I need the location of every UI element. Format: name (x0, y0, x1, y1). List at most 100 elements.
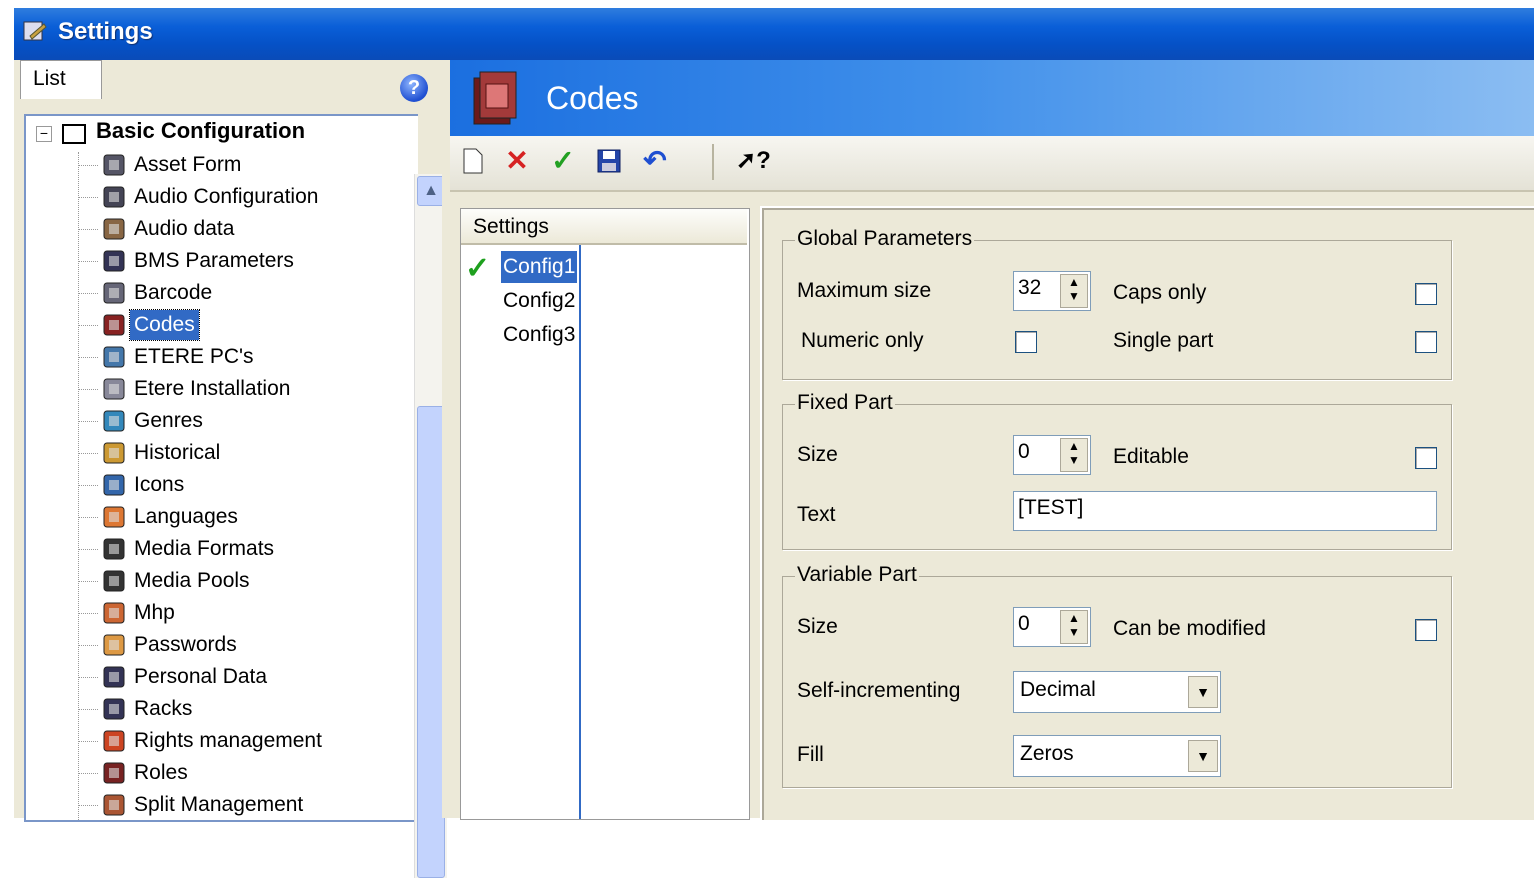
roles-icon (100, 759, 128, 787)
global-parameters-title: Global Parameters (795, 227, 975, 251)
tree-connector (78, 197, 98, 198)
self-incrementing-select[interactable]: Decimal ▼ (1013, 671, 1221, 713)
max-size-label: Maximum size (797, 279, 932, 302)
editable-label: Editable (1113, 445, 1189, 468)
tree-item[interactable]: BMS Parameters (134, 246, 294, 276)
tree-item[interactable]: Etere Installation (134, 374, 290, 404)
tree-item[interactable]: Languages (134, 502, 238, 532)
tab-list[interactable]: List (20, 60, 102, 99)
tree-connector (78, 357, 98, 358)
tree-connector (78, 677, 98, 678)
tree-item[interactable]: Media Formats (134, 534, 274, 564)
tree-item[interactable]: Genres (134, 406, 203, 436)
section-header: Codes (450, 60, 1534, 136)
languages-icon (100, 503, 128, 531)
etere-pcs-icon (100, 343, 128, 371)
editable-checkbox[interactable] (1415, 447, 1437, 469)
tree-item[interactable]: Asset Form (134, 150, 241, 180)
etere-installation-icon (100, 375, 128, 403)
toolbar: ✕ ✓ ↶ ➚? (450, 136, 1534, 192)
chevron-down-icon[interactable]: ▼ (1188, 740, 1218, 772)
config-list[interactable]: Settings ✓ Config1 Config2 Config3 (460, 208, 750, 820)
barcode-icon (100, 279, 128, 307)
codes-icon (100, 311, 128, 339)
undo-icon[interactable]: ↶ (640, 146, 670, 176)
asset-form-icon (100, 151, 128, 179)
tree-item[interactable]: Historical (134, 438, 220, 468)
variable-size-stepper[interactable]: 0 ▲ ▼ (1013, 607, 1091, 647)
tree-item[interactable]: ETERE PC's (134, 342, 254, 372)
tree-connector (78, 549, 98, 550)
spin-arrows-icon[interactable]: ▲ ▼ (1060, 610, 1088, 644)
fixed-part-group: Fixed Part Size 0 ▲ ▼ Editable Text [TEST… (782, 391, 1452, 550)
tree-item[interactable]: Rights management (134, 726, 322, 756)
single-part-label: Single part (1113, 329, 1214, 352)
context-help-icon[interactable]: ➚? (736, 146, 771, 176)
fixed-part-title: Fixed Part (795, 391, 895, 415)
tree-connector (78, 773, 98, 774)
config-item[interactable]: Config1 (501, 251, 578, 283)
split-management-icon (100, 791, 128, 819)
tree-item[interactable]: Racks (134, 694, 192, 724)
tree-item[interactable]: Passwords (134, 630, 237, 660)
collapse-toggle-icon[interactable]: − (36, 126, 52, 142)
fill-select[interactable]: Zeros ▼ (1013, 735, 1221, 777)
numeric-only-checkbox[interactable] (1015, 331, 1037, 353)
tree-item[interactable]: Audio data (134, 214, 234, 244)
tree-item[interactable]: Audio Configuration (134, 182, 318, 212)
bms-parameters-icon (100, 247, 128, 275)
global-parameters-group: Global Parameters Maximum size 32 ▲ ▼ Cap… (782, 227, 1452, 380)
delete-icon[interactable]: ✕ (502, 146, 532, 176)
tree-connector (78, 709, 98, 710)
config-list-header[interactable]: Settings (461, 209, 747, 245)
can-be-modified-label: Can be modified (1113, 617, 1266, 640)
settings-tree[interactable]: − Basic Configuration Asset Form Audio Co… (24, 114, 418, 822)
confirm-check-icon[interactable]: ✓ (548, 146, 578, 176)
tree-item[interactable]: Barcode (134, 278, 212, 308)
new-document-icon[interactable] (458, 146, 488, 176)
config-item[interactable]: Config3 (501, 319, 577, 351)
spin-arrows-icon[interactable]: ▲ ▼ (1060, 438, 1088, 472)
folder-window-icon (62, 124, 86, 144)
spin-arrows-icon[interactable]: ▲ ▼ (1060, 274, 1088, 308)
title-bar: Settings (14, 8, 1534, 60)
caps-only-checkbox[interactable] (1415, 283, 1437, 305)
tree-item[interactable]: Codes (129, 309, 200, 341)
racks-icon (100, 695, 128, 723)
codes-icon (470, 68, 520, 128)
config-item[interactable]: Config2 (501, 285, 577, 317)
single-part-checkbox[interactable] (1415, 331, 1437, 353)
tree-item[interactable]: Personal Data (134, 662, 267, 692)
max-size-stepper[interactable]: 32 ▲ ▼ (1013, 271, 1091, 311)
tree-connector (78, 421, 98, 422)
fixed-text-field[interactable]: [TEST] (1013, 491, 1437, 531)
tree-item[interactable]: Mhp (134, 598, 175, 628)
variable-part-group: Variable Part Size 0 ▲ ▼ Can be modified … (782, 563, 1452, 788)
audio-data-icon (100, 215, 128, 243)
scroll-up-icon[interactable]: ▲ (417, 176, 445, 206)
fixed-size-stepper[interactable]: 0 ▲ ▼ (1013, 435, 1091, 475)
tree-connector (78, 613, 98, 614)
passwords-icon (100, 631, 128, 659)
tree-connector (78, 261, 98, 262)
fixed-text-label: Text (797, 503, 836, 526)
tree-item[interactable]: Roles (134, 758, 188, 788)
caps-only-label: Caps only (1113, 281, 1207, 304)
scroll-thumb[interactable] (417, 406, 445, 878)
self-incrementing-value: Decimal (1020, 678, 1096, 701)
fill-label: Fill (797, 743, 824, 766)
chevron-down-icon[interactable]: ▼ (1188, 676, 1218, 708)
help-icon[interactable]: ? (400, 74, 428, 102)
tree-connector (78, 645, 98, 646)
tree-item[interactable]: Media Pools (134, 566, 250, 596)
window-title: Settings (58, 18, 153, 45)
tree-item[interactable]: Split Management (134, 790, 303, 820)
tree-item[interactable]: Icons (134, 470, 184, 500)
save-disk-icon[interactable] (594, 146, 624, 176)
tree-root-label[interactable]: Basic Configuration (96, 118, 305, 144)
variable-size-value: 0 (1018, 612, 1030, 635)
context-help-glyph: ? (756, 147, 771, 174)
can-be-modified-checkbox[interactable] (1415, 619, 1437, 641)
config-form: Global Parameters Maximum size 32 ▲ ▼ Cap… (760, 206, 1534, 820)
tree-connector (78, 581, 98, 582)
